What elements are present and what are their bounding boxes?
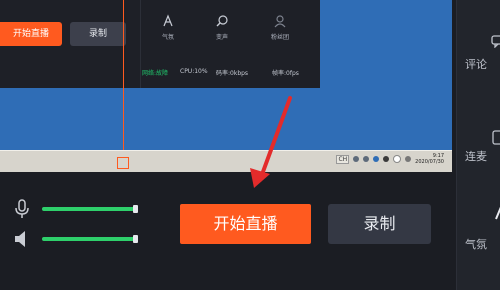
volume-tray-icon [405, 156, 412, 162]
comment-icon [491, 35, 500, 48]
captured-tool-voice-changer: 变声 [200, 14, 244, 41]
speaker-icon[interactable] [14, 230, 28, 248]
captured-tool-fan-club: 粉丝团 [258, 14, 302, 41]
bitrate-status: 码率:0kbps [216, 70, 249, 77]
taskbar-clock: 9:17 2020/07/30 [415, 153, 444, 165]
sidebar-item-comments[interactable]: 评论 [465, 56, 500, 72]
ime-indicator: CH [336, 154, 350, 164]
tool-label: 变声 [215, 34, 228, 41]
speaker-volume-fill [42, 237, 138, 241]
system-tray: CH 9:17 2020/07/30 [336, 153, 444, 165]
speaker-volume-slider[interactable] [42, 235, 138, 243]
mic-volume-thumb[interactable] [133, 205, 138, 213]
right-sidebar: 评论 连麦 气氛 [456, 0, 500, 290]
start-live-button[interactable]: 开始直播 [180, 204, 311, 244]
fps-status: 帧率:0fps [272, 70, 299, 77]
sidebar-item-co-host[interactable]: 连麦 [465, 148, 500, 164]
speaker-volume-thumb[interactable] [133, 235, 138, 243]
clock-date: 2020/07/30 [415, 159, 444, 165]
fan-club-icon [274, 15, 286, 28]
status-tray-icon [393, 155, 402, 163]
captured-taskbar: CH 9:17 2020/07/30 [0, 150, 452, 172]
cpu-status: CPU:10% [180, 68, 208, 75]
tool-label: 气氛 [161, 34, 174, 41]
mic-volume-slider[interactable] [42, 205, 138, 213]
ambience-icon [163, 14, 173, 27]
chat-tray-icon [363, 156, 370, 162]
captured-tool-ambience: 气氛 [146, 14, 190, 41]
record-button[interactable]: 录制 [328, 204, 431, 244]
app-tray-icon [383, 156, 390, 162]
capture-region-corner [117, 157, 129, 169]
help-tray-icon [373, 156, 380, 162]
co-host-icon [492, 130, 500, 145]
voice-changer-icon [216, 15, 228, 27]
sidebar-item-ambience[interactable]: 气氛 [465, 236, 500, 252]
tool-label: 粉丝团 [270, 34, 289, 41]
network-tray-icon [353, 156, 360, 162]
mic-volume-fill [42, 207, 138, 211]
network-status: 网络:故障 [142, 70, 169, 77]
ambience-icon [495, 206, 500, 220]
stream-preview: 开始直播 录制 气氛 变声 粉丝团 网络:故障 CPU:10% 码率:0kbps… [0, 0, 452, 172]
annotation-arrow [250, 96, 292, 188]
microphone-icon[interactable] [14, 199, 30, 219]
capture-region-outline [0, 0, 124, 168]
divider [140, 0, 141, 88]
